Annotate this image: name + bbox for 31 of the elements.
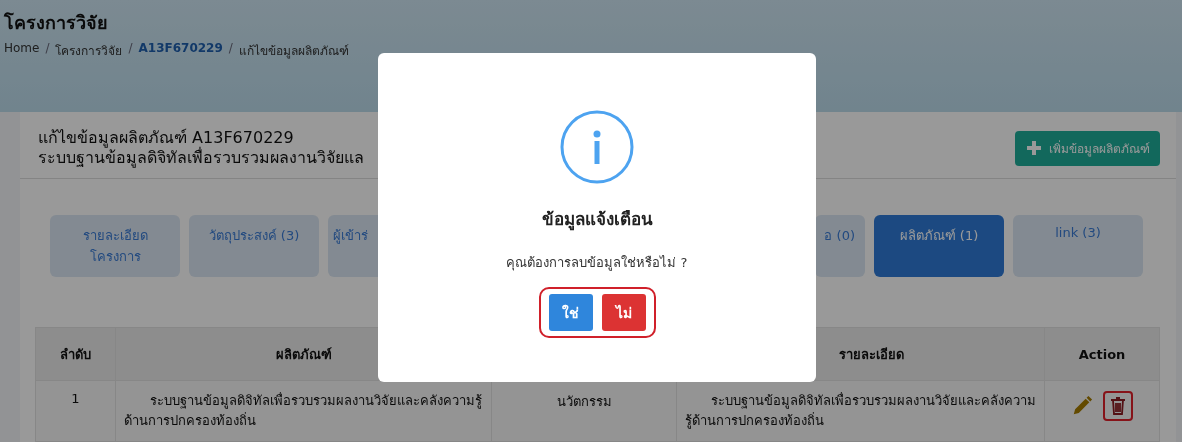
- cancel-button[interactable]: ไม่: [601, 294, 646, 331]
- pencil-icon[interactable]: [1071, 395, 1093, 417]
- table-cell-text: ระบบฐานข้อมูลดิจิทัลเพื่อรวบรวมผลงานวิจัยและคลังความรู้ด้านการปกครองท้องถิ่น: [124, 391, 483, 430]
- breadcrumb-separator: /: [128, 41, 133, 57]
- column-header: Action: [1044, 327, 1160, 381]
- breadcrumb-separator: /: [228, 41, 233, 57]
- tab[interactable]: link (3): [1013, 215, 1143, 277]
- table-cell: 1: [71, 391, 80, 406]
- card-title: แก้ไขข้อมูลผลิตภัณฑ์ A13F670229: [38, 128, 294, 148]
- breadcrumb-link[interactable]: A13F670229: [138, 41, 223, 60]
- tab[interactable]: อ (0): [815, 215, 865, 277]
- tab[interactable]: วัตถุประสงค์ (3): [189, 215, 319, 277]
- info-icon: [559, 109, 635, 185]
- trash-icon: [1110, 397, 1126, 415]
- tab[interactable]: ผลิตภัณฑ์ (1): [874, 215, 1004, 277]
- breadcrumb-separator: /: [45, 41, 50, 57]
- breadcrumb-item[interactable]: Home: [4, 41, 40, 60]
- dialog-title: ข้อมูลแจ้งเตือน: [541, 208, 653, 232]
- table-cell: นวัตกรรม: [556, 394, 612, 409]
- tab[interactable]: รายละเอียด โครงการ: [50, 215, 180, 277]
- card-subtitle: ระบบฐานข้อมูลดิจิทัลเพื่อรวบรวมผลงานวิจัยแล: [38, 148, 364, 168]
- breadcrumb-item[interactable]: โครงการวิจัย: [55, 41, 123, 60]
- plus-icon: [1025, 139, 1043, 157]
- dialog-message: คุณต้องการลบข้อมูลใช่หรือไม่ ?: [506, 254, 688, 273]
- confirm-button[interactable]: ใช่: [548, 294, 593, 331]
- table-cell: ระบบฐานข้อมูลดิจิทัลเพื่อรวบรวมผลงานวิจัยและคลังความรู้ด้านการปกครองท้องถิ่น: [685, 391, 1036, 431]
- trash-button[interactable]: [1103, 391, 1133, 421]
- breadcrumb-item[interactable]: แก้ไขข้อมูลผลิตภัณฑ์: [238, 41, 349, 60]
- add-product-button[interactable]: เพิ่มข้อมูลผลิตภัณฑ์: [1015, 130, 1160, 166]
- column-header: ลำดับ: [35, 327, 116, 381]
- page-title: โครงการวิจัย: [4, 11, 109, 35]
